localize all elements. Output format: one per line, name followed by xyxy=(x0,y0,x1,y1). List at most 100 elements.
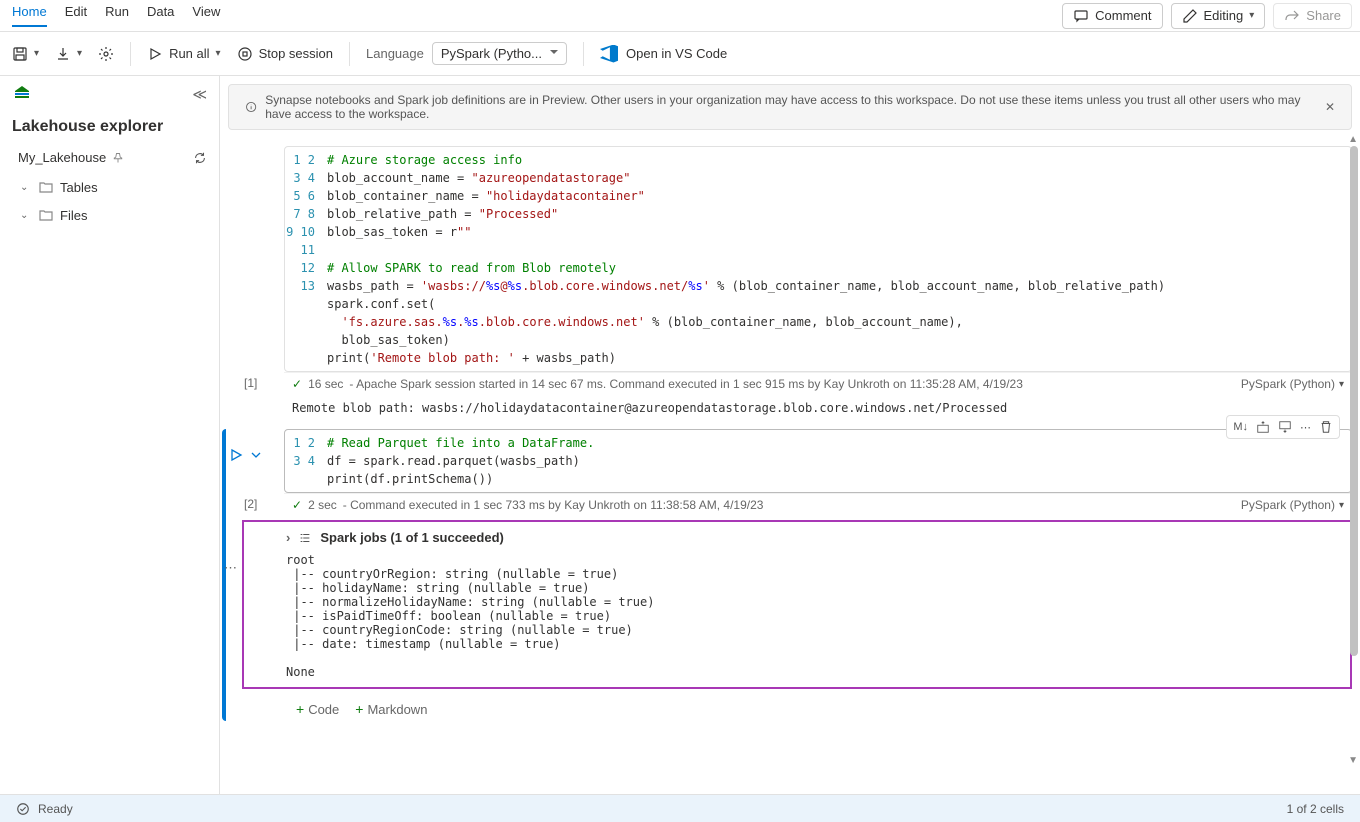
exec-count: [1] xyxy=(244,376,257,390)
language-group: Language PySpark (Pytho... xyxy=(366,42,567,65)
chevron-down-icon: ⌄ xyxy=(20,210,32,221)
menu-data[interactable]: Data xyxy=(147,4,174,27)
add-code-label: Code xyxy=(308,702,339,717)
line-gutter: 1 2 3 4 xyxy=(285,430,323,492)
download-button[interactable]: ▾ xyxy=(55,46,82,62)
runall-label: Run all xyxy=(169,46,209,61)
download-icon xyxy=(55,46,71,62)
cell-output: Remote blob path: wasbs://holidaydatacon… xyxy=(284,395,1352,421)
language-value: PySpark (Pytho... xyxy=(441,46,542,61)
collapse-sidebar-button[interactable]: ≪ xyxy=(192,86,207,103)
chevron-down-icon: ⌄ xyxy=(20,182,32,193)
lakehouse-icon xyxy=(12,84,32,104)
code-editor[interactable]: # Azure storage access info blob_account… xyxy=(323,147,1351,371)
divider xyxy=(130,42,131,66)
language-select[interactable]: PySpark (Pytho... xyxy=(432,42,567,65)
delete-icon[interactable] xyxy=(1319,420,1333,434)
tree-tables[interactable]: ⌄ Tables xyxy=(0,173,219,201)
status-text: - Apache Spark session started in 14 sec… xyxy=(349,377,1022,391)
chevron-down-icon: ▾ xyxy=(34,48,39,59)
tables-label: Tables xyxy=(60,180,98,195)
run-cell-icon[interactable] xyxy=(228,447,244,463)
duration: 2 sec xyxy=(308,498,337,512)
folder-icon xyxy=(38,179,54,195)
runall-button[interactable]: Run all ▾ xyxy=(147,46,221,62)
menu-edit[interactable]: Edit xyxy=(65,4,87,27)
chevron-right-icon: › xyxy=(286,530,290,545)
add-code-cell-button[interactable]: +Code xyxy=(296,701,339,717)
run-below-icon[interactable] xyxy=(248,447,264,463)
add-cell-row: +Code +Markdown xyxy=(284,697,1352,721)
menu-home[interactable]: Home xyxy=(12,4,47,27)
edit-icon xyxy=(1182,8,1198,24)
duration: 16 sec xyxy=(308,377,343,391)
cell-status-bar: ✓ 16 sec - Apache Spark session started … xyxy=(284,372,1352,395)
more-icon[interactable]: ⋯ xyxy=(1300,421,1311,434)
files-label: Files xyxy=(60,208,87,223)
stop-icon xyxy=(237,46,253,62)
stop-button[interactable]: Stop session xyxy=(237,46,333,62)
refresh-icon[interactable] xyxy=(193,151,207,165)
banner-text: Synapse notebooks and Spark job definiti… xyxy=(265,93,1317,121)
banner-close-button[interactable]: ✕ xyxy=(1325,100,1335,114)
spark-jobs-header[interactable]: › Spark jobs (1 of 1 succeeded) xyxy=(286,530,1338,545)
cell-language-select[interactable]: PySpark (Python) ▾ xyxy=(1241,377,1344,391)
open-vscode-button[interactable]: Open in VS Code xyxy=(600,45,727,63)
status-bar: Ready 1 of 2 cells xyxy=(0,794,1360,822)
sidebar-header: ≪ xyxy=(0,76,219,112)
gear-icon xyxy=(98,46,114,62)
pin-icon[interactable] xyxy=(112,152,124,164)
share-icon xyxy=(1284,8,1300,24)
add-markdown-cell-button[interactable]: +Markdown xyxy=(355,701,427,717)
ready-icon xyxy=(16,802,30,816)
scroll-up-icon[interactable]: ▲ xyxy=(1348,134,1358,145)
scrollbar[interactable] xyxy=(1350,146,1358,656)
play-icon xyxy=(147,46,163,62)
ready-label: Ready xyxy=(38,802,73,816)
status-text: - Command executed in 1 sec 733 ms by Ka… xyxy=(343,498,764,512)
menu-view[interactable]: View xyxy=(192,4,220,27)
cell-lang-label: PySpark (Python) xyxy=(1241,498,1335,512)
comment-label: Comment xyxy=(1095,8,1151,23)
chevron-down-icon: ▾ xyxy=(1339,500,1344,511)
success-icon: ✓ xyxy=(292,498,302,512)
code-editor[interactable]: # Read Parquet file into a DataFrame. df… xyxy=(323,430,1351,492)
settings-button[interactable] xyxy=(98,46,114,62)
lakehouse-row[interactable]: My_Lakehouse xyxy=(0,142,219,173)
menubar-right: Comment Editing ▾ Share xyxy=(1062,3,1352,29)
divider xyxy=(349,42,350,66)
stop-label: Stop session xyxy=(259,46,333,61)
list-icon xyxy=(298,531,312,545)
cell-input[interactable]: 1 2 3 4 5 6 7 8 9 10 11 12 13 # Azure st… xyxy=(284,146,1352,372)
success-icon: ✓ xyxy=(292,377,302,391)
menubar-left: Home Edit Run Data View xyxy=(8,4,220,27)
editing-button[interactable]: Editing ▾ xyxy=(1171,3,1266,29)
tree-files[interactable]: ⌄ Files xyxy=(0,201,219,229)
cell-status-bar: ✓ 2 sec - Command executed in 1 sec 733 … xyxy=(284,493,1352,516)
language-label: Language xyxy=(366,46,424,61)
convert-markdown-button[interactable]: M↓ xyxy=(1233,421,1248,433)
spark-jobs-label: Spark jobs (1 of 1 succeeded) xyxy=(320,530,504,545)
line-gutter: 1 2 3 4 5 6 7 8 9 10 11 12 13 xyxy=(285,147,323,371)
code-cell-2: M↓ ⋯ 1 2 3 4 # Read Parquet file into a … xyxy=(284,429,1352,721)
add-markdown-label: Markdown xyxy=(367,702,427,717)
menu-run[interactable]: Run xyxy=(105,4,129,27)
schema-output: root |-- countryOrRegion: string (nullab… xyxy=(286,553,1338,679)
toolbar: ▾ ▾ Run all ▾ Stop session Language PySp… xyxy=(0,32,1360,76)
share-button: Share xyxy=(1273,3,1352,29)
cell-language-select[interactable]: PySpark (Python) ▾ xyxy=(1241,498,1344,512)
comment-button[interactable]: Comment xyxy=(1062,3,1162,29)
chevron-down-icon: ▾ xyxy=(1339,379,1344,390)
scroll-down-icon[interactable]: ▼ xyxy=(1348,755,1358,766)
chevron-down-icon: ▾ xyxy=(216,48,221,59)
save-button[interactable]: ▾ xyxy=(12,46,39,62)
main-area: ≪ Lakehouse explorer My_Lakehouse ⌄ Tabl… xyxy=(0,76,1360,794)
output-options-icon[interactable]: ⋯ xyxy=(224,560,237,576)
add-above-icon[interactable] xyxy=(1256,420,1270,434)
add-below-icon[interactable] xyxy=(1278,420,1292,434)
info-icon xyxy=(245,100,257,114)
cell-input[interactable]: 1 2 3 4 # Read Parquet file into a DataF… xyxy=(284,429,1352,493)
lakehouse-label: My_Lakehouse xyxy=(18,150,106,165)
preview-banner: Synapse notebooks and Spark job definiti… xyxy=(228,84,1352,130)
comment-icon xyxy=(1073,8,1089,24)
